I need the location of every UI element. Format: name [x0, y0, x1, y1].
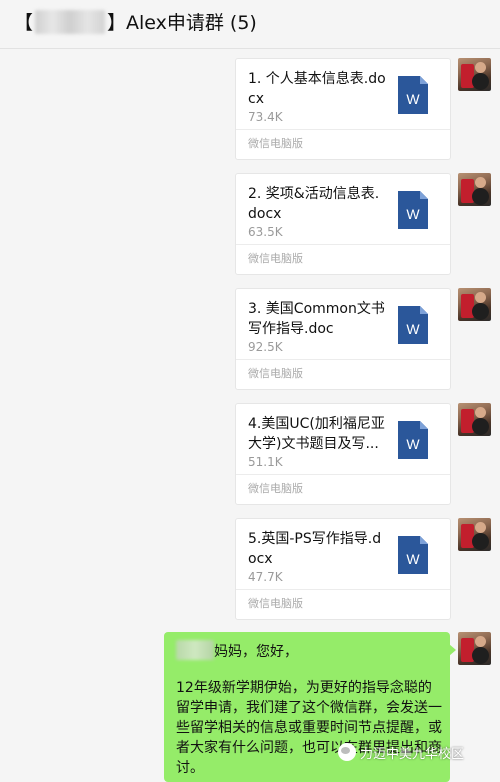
file-size: 63.5K	[248, 225, 283, 239]
word-doc-icon: W	[398, 421, 428, 459]
divider	[236, 589, 450, 590]
avatar[interactable]	[458, 58, 491, 91]
word-doc-icon: W	[398, 76, 428, 114]
file-name: 1. 个人基本信息表.docx	[248, 71, 386, 107]
file-name: 2. 奖项&活动信息表.docx	[248, 186, 380, 222]
file-message[interactable]: 3. 美国Common文书写作指导.doc 92.5K W 微信电脑版	[235, 288, 451, 390]
word-doc-icon: W	[398, 191, 428, 229]
file-name: 5.英国-PS写作指导.docx	[248, 531, 382, 567]
file-message[interactable]: 1. 个人基本信息表.docx 73.4K W 微信电脑版	[235, 58, 451, 160]
file-source: 微信电脑版	[248, 252, 303, 265]
redacted-name	[176, 640, 214, 660]
svg-text:W: W	[406, 321, 420, 337]
file-size: 51.1K	[248, 455, 283, 469]
file-size: 92.5K	[248, 340, 283, 354]
avatar[interactable]	[458, 173, 491, 206]
word-doc-icon: W	[398, 536, 428, 574]
divider	[236, 474, 450, 475]
file-message[interactable]: 5.英国-PS写作指导.docx 47.7K W 微信电脑版	[235, 518, 451, 620]
watermark-text: 力迈中美九华校区	[360, 746, 465, 762]
greeting-text: 妈妈，您好，	[214, 644, 298, 660]
title-text: 】Alex申请群 (5)	[107, 12, 257, 34]
redacted-group-name	[35, 10, 106, 34]
file-source: 微信电脑版	[248, 597, 303, 610]
svg-text:W: W	[406, 551, 420, 567]
wechat-official-icon	[338, 743, 356, 761]
file-name: 3. 美国Common文书写作指导.doc	[248, 301, 385, 337]
file-source: 微信电脑版	[248, 482, 303, 495]
file-source: 微信电脑版	[248, 367, 303, 380]
svg-text:W: W	[406, 436, 420, 452]
svg-text:W: W	[406, 206, 420, 222]
divider	[236, 244, 450, 245]
word-doc-icon: W	[398, 306, 428, 344]
avatar[interactable]	[458, 288, 491, 321]
file-message[interactable]: 4.美国UC(加利福尼亚大学)文书题目及写... 51.1K W 微信电脑版	[235, 403, 451, 505]
avatar[interactable]	[458, 632, 491, 665]
avatar[interactable]	[458, 403, 491, 436]
chat-title[interactable]: 【 】Alex申请群 (5)	[14, 10, 257, 36]
file-size: 47.7K	[248, 570, 283, 584]
divider	[236, 359, 450, 360]
svg-text:W: W	[406, 91, 420, 107]
watermark: 力迈中美九华校区	[338, 740, 464, 764]
divider	[236, 129, 450, 130]
message-greeting: 妈妈，您好，	[176, 640, 298, 663]
title-prefix: 【	[14, 12, 34, 34]
file-source: 微信电脑版	[248, 137, 303, 150]
chat-header: 【 】Alex申请群 (5)	[0, 0, 500, 49]
avatar[interactable]	[458, 518, 491, 551]
file-size: 73.4K	[248, 110, 283, 124]
file-message[interactable]: 2. 奖项&活动信息表.docx 63.5K W 微信电脑版	[235, 173, 451, 275]
file-name: 4.美国UC(加利福尼亚大学)文书题目及写...	[248, 416, 385, 452]
